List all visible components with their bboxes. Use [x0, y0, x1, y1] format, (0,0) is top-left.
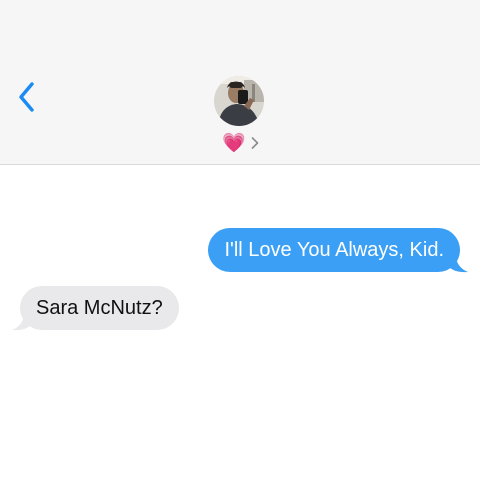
contact-name-row[interactable]: 💗	[222, 131, 260, 155]
chevron-left-icon	[19, 82, 34, 112]
message-text: I'll Love You Always, Kid.	[224, 239, 444, 261]
avatar-photo	[214, 76, 264, 126]
message-text: Sara McNutz?	[36, 297, 163, 319]
contact-avatar[interactable]	[214, 76, 264, 126]
heart-emoji: 💗	[222, 132, 246, 154]
outgoing-message-bubble[interactable]: I'll Love You Always, Kid.	[208, 228, 460, 272]
chevron-right-icon	[251, 137, 258, 149]
incoming-message-bubble[interactable]: Sara McNutz?	[20, 286, 179, 330]
conversation-header: 💗	[0, 0, 480, 165]
message-thread: I'll Love You Always, Kid. Sara McNutz?	[0, 166, 480, 480]
back-button[interactable]	[10, 80, 44, 114]
